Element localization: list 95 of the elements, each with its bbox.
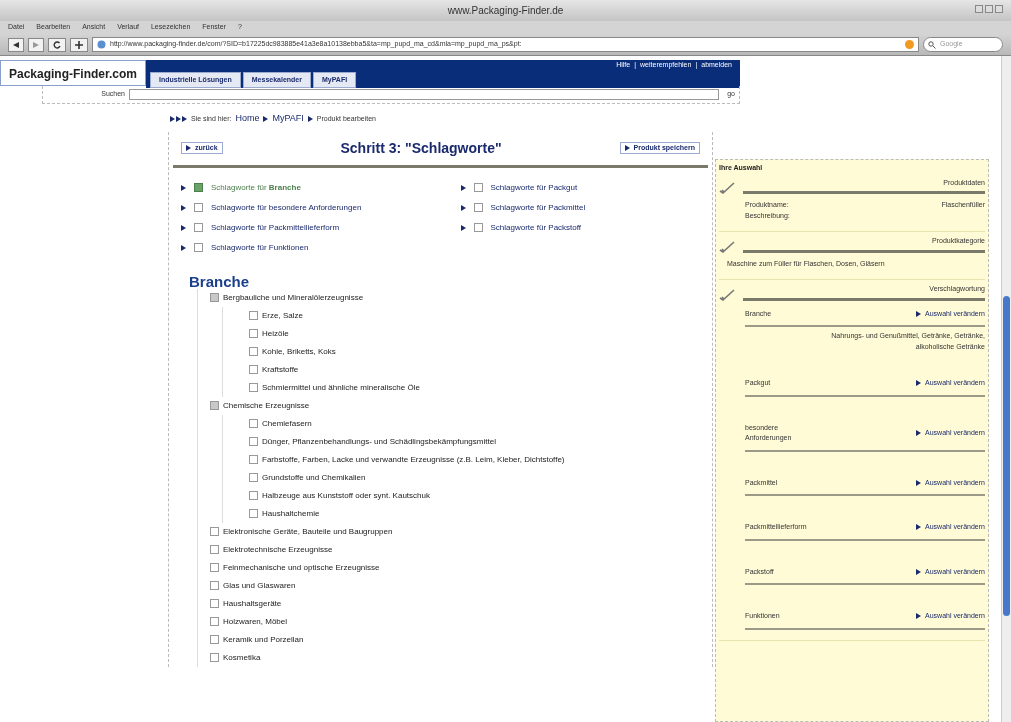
back-arrow-icon [13, 41, 19, 48]
tree-item-label[interactable]: Heizöle [262, 328, 289, 339]
tree-item-label[interactable]: Halbzeuge aus Kunststoff oder synt. Kautschuk [262, 490, 430, 501]
bullet-arrow-icon [263, 115, 269, 122]
tree-item-label[interactable]: Kosmetika [223, 652, 261, 663]
tree-heading: Branche [189, 273, 251, 289]
keyword-link[interactable]: Schlagworte für Funktionen [211, 241, 309, 254]
tree-item-label[interactable]: Elektronische Geräte, Bauteile und Baugruppen [223, 526, 393, 537]
bullet-arrow-icon [916, 310, 922, 317]
pen-check-icon [719, 182, 735, 194]
checkbox[interactable] [249, 310, 258, 320]
tree-item-label[interactable]: Elektrotechnische Erzeugnisse [223, 544, 333, 555]
checkbox[interactable] [194, 203, 203, 212]
bullet-arrow-icon [186, 145, 191, 151]
checkbox[interactable] [249, 436, 258, 446]
tree-item-label[interactable]: Dünger, Pflanzenbehandlungs- und Schädlingsbekämpfungsmittel [262, 436, 496, 447]
tree-item-label[interactable]: Kohle, Briketts, Koks [262, 346, 336, 357]
back-button[interactable] [8, 37, 24, 52]
tree-item-label[interactable]: Grundstoffe und Chemikalien [262, 472, 366, 483]
tree-item-label[interactable]: Glas und Glaswaren [223, 580, 296, 591]
checkbox[interactable] [210, 580, 219, 590]
checkbox[interactable] [249, 508, 258, 518]
scrollbar[interactable] [1001, 56, 1011, 722]
tree-item-label[interactable]: Erze, Salze [262, 310, 303, 321]
keyword-link[interactable]: Schlagworte für Packmittel [490, 201, 586, 214]
site-search-field[interactable] [129, 89, 720, 100]
tree-item-label[interactable]: Chemiefasern [262, 418, 312, 429]
bullet-arrow-icon [181, 224, 186, 231]
tree-item-label[interactable]: Haushaltchemie [262, 508, 320, 519]
tree-item-label[interactable]: Schmiermittel und ähnliche mineralische Öle [262, 382, 420, 393]
keyword-link[interactable]: Schlagworte für Packgut [490, 181, 578, 194]
checkbox[interactable] [249, 418, 258, 428]
pen-check-icon [719, 288, 735, 301]
scrollbar-thumb[interactable] [1003, 296, 1010, 616]
bullet-arrow-icon [916, 613, 922, 620]
checkbox[interactable] [249, 454, 258, 464]
tree-item-label[interactable]: Keramik und Porzellan [223, 634, 304, 645]
checkbox[interactable] [473, 183, 483, 192]
keyword-link[interactable]: Schlagworte für Packmittellieferform [211, 221, 340, 234]
tree-item-label[interactable]: Bergbauliche und Mineralölerzeugnisse [223, 292, 364, 303]
bullet-arrow-icon [181, 244, 186, 251]
bullet-arrow-icon [916, 430, 922, 436]
checkbox[interactable] [210, 544, 219, 554]
site-logo[interactable]: Packaging-Finder.com [0, 60, 147, 86]
checkbox[interactable] [249, 490, 258, 500]
checkbox[interactable] [210, 634, 219, 644]
step-title: Schritt 3: "Schlagworte" [340, 138, 502, 158]
checkbox[interactable] [249, 346, 258, 356]
bullet-arrow-icon [460, 224, 466, 231]
checkbox[interactable] [194, 223, 203, 232]
keyword-link[interactable]: Schlagworte für Packstoff [490, 221, 582, 234]
checkbox[interactable] [249, 472, 258, 482]
bullet-arrow-icon [181, 184, 186, 191]
tree-item-label[interactable]: Holzwaren, Möbel [223, 616, 288, 627]
checkbox[interactable] [194, 243, 203, 252]
bullet-arrow-icon [460, 204, 466, 211]
bullet-arrow-icon [916, 568, 922, 575]
bullet-arrow-icon [181, 204, 186, 211]
window-title: www.Packaging-Finder.de [447, 4, 564, 18]
search-icon [928, 40, 936, 49]
checkbox[interactable] [249, 364, 258, 374]
checkbox[interactable] [249, 328, 258, 338]
checkbox[interactable] [210, 292, 219, 302]
checkbox[interactable] [194, 183, 203, 192]
keyword-link[interactable]: Schlagworte für besondere Anforderungen [211, 201, 362, 214]
bullet-arrow-icon [916, 479, 922, 486]
bullet-arrow-icon [916, 380, 922, 387]
checkbox[interactable] [210, 652, 219, 662]
plus-icon [75, 40, 83, 49]
breadcrumb-link[interactable]: Home [235, 112, 260, 126]
tree-item-label[interactable]: Haushaltsgeräte [223, 598, 282, 609]
tree-item-label[interactable]: Kraftstoffe [262, 364, 299, 375]
reload-icon [53, 40, 61, 49]
tree-item-label[interactable]: Feinmechanische und optische Erzeugnisse [223, 562, 380, 573]
tree-item-label[interactable]: Farbstoffe, Farben, Lacke und verwandte Erzeugnisse (z.B. Leim, Kleber, Dichtstoffe) [262, 454, 565, 465]
checkbox[interactable] [210, 526, 219, 536]
add-bookmark-button[interactable] [70, 37, 88, 52]
checkbox[interactable] [210, 616, 219, 626]
bullet-arrow-icon [307, 115, 313, 122]
checkbox[interactable] [249, 382, 258, 392]
checkbox[interactable] [473, 223, 483, 232]
checkbox[interactable] [210, 400, 219, 410]
breadcrumb-link[interactable]: MyPAFI [272, 112, 304, 126]
checkbox[interactable] [210, 562, 219, 572]
bullet-arrow-icon [460, 184, 466, 191]
tree-item-label[interactable]: Chemische Erzeugnisse [223, 400, 310, 411]
forward-arrow-icon [33, 41, 39, 48]
globe-icon [97, 40, 106, 49]
pen-check-icon [719, 240, 735, 253]
reload-button[interactable] [48, 37, 66, 52]
bullet-arrow-icon [624, 145, 630, 151]
checkbox[interactable] [473, 203, 483, 212]
bullet-arrow-icon [916, 524, 922, 531]
checkbox[interactable] [210, 598, 219, 608]
keyword-link[interactable]: Schlagworte für Branche [211, 181, 301, 194]
